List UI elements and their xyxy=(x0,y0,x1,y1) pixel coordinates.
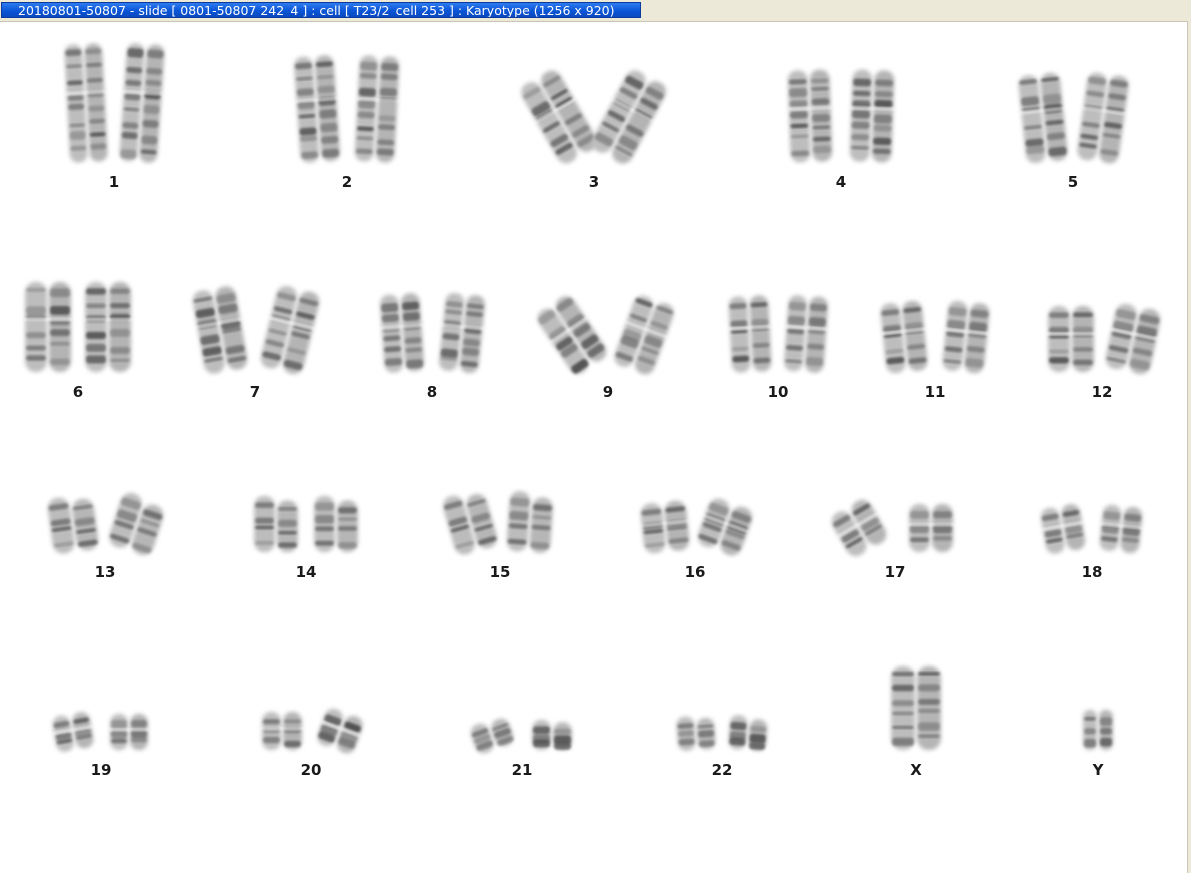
chromosome-label-1: 1 xyxy=(108,173,120,191)
chromosome-5-2[interactable] xyxy=(1062,56,1144,174)
chromosome-14-2[interactable] xyxy=(294,478,378,564)
chromosome-11-2[interactable] xyxy=(925,284,1007,384)
chromosome-1-2[interactable] xyxy=(103,26,181,174)
karyotype-window: 20180801-50807 - slide [ 0801-50807 242_… xyxy=(0,0,1191,873)
karyotype-canvas: 1 2 3 4 5 6 7 8 9 10 11 12 13 14 15 16 17 18 19 20 21 22 X Y xyxy=(0,22,1187,873)
window-title[interactable]: 20180801-50807 - slide [ 0801-50807 242_… xyxy=(1,2,641,18)
chromosome-label-8: 8 xyxy=(426,383,438,401)
chromosome-label-15: 15 xyxy=(489,563,511,581)
chromosome-label-12: 12 xyxy=(1091,383,1113,401)
chromosome-label-19: 19 xyxy=(90,761,112,779)
chromosome-18-2[interactable] xyxy=(1081,488,1161,564)
chromosome-label-10: 10 xyxy=(767,383,789,401)
chromosome-9-1[interactable] xyxy=(531,280,613,384)
chromosome-label-16: 16 xyxy=(684,563,706,581)
chromosome-label-11: 11 xyxy=(924,383,946,401)
chromosome-label-5: 5 xyxy=(1067,173,1079,191)
chromosome-X-1[interactable] xyxy=(871,648,961,762)
chromosome-12-2[interactable] xyxy=(1090,288,1176,384)
chromosome-21-2[interactable] xyxy=(512,702,592,762)
chromosome-19-2[interactable] xyxy=(90,696,168,762)
chromosome-label-22: 22 xyxy=(711,761,733,779)
chromosome-label-21: 21 xyxy=(511,761,533,779)
chromosome-15-2[interactable] xyxy=(488,474,572,564)
chromosome-6-2[interactable] xyxy=(65,264,151,384)
chromosome-4-2[interactable] xyxy=(831,52,913,174)
chromosome-label-4: 4 xyxy=(835,173,847,191)
chromosome-17-2[interactable] xyxy=(889,486,973,564)
chromosome-Y-1[interactable] xyxy=(1063,692,1133,762)
chromosome-8-2[interactable] xyxy=(422,276,502,384)
chromosome-16-2[interactable] xyxy=(682,484,768,564)
chromosome-label-9: 9 xyxy=(602,383,614,401)
chromosome-label-6: 6 xyxy=(72,383,84,401)
chromosome-label-2: 2 xyxy=(341,173,353,191)
chromosome-10-2[interactable] xyxy=(766,278,846,384)
chromosome-9-2[interactable] xyxy=(603,280,685,384)
chromosome-22-2[interactable] xyxy=(709,698,787,762)
chromosome-13-2[interactable] xyxy=(94,478,180,564)
chromosome-label-Y: Y xyxy=(1092,761,1104,779)
chromosome-label-13: 13 xyxy=(94,563,116,581)
chromosome-3-2[interactable] xyxy=(587,54,671,174)
chromosome-label-X: X xyxy=(910,761,922,779)
window-right-border xyxy=(1187,21,1191,873)
chromosome-20-2[interactable] xyxy=(300,694,380,762)
chromosome-label-3: 3 xyxy=(588,173,600,191)
chromosome-2-2[interactable] xyxy=(337,38,417,174)
title-bar: 20180801-50807 - slide [ 0801-50807 242_… xyxy=(0,0,1191,22)
chromosome-label-14: 14 xyxy=(295,563,317,581)
chromosome-label-20: 20 xyxy=(300,761,322,779)
chromosome-label-17: 17 xyxy=(884,563,906,581)
chromosome-label-7: 7 xyxy=(249,383,261,401)
chromosome-7-2[interactable] xyxy=(248,270,332,384)
chromosome-label-18: 18 xyxy=(1081,563,1103,581)
